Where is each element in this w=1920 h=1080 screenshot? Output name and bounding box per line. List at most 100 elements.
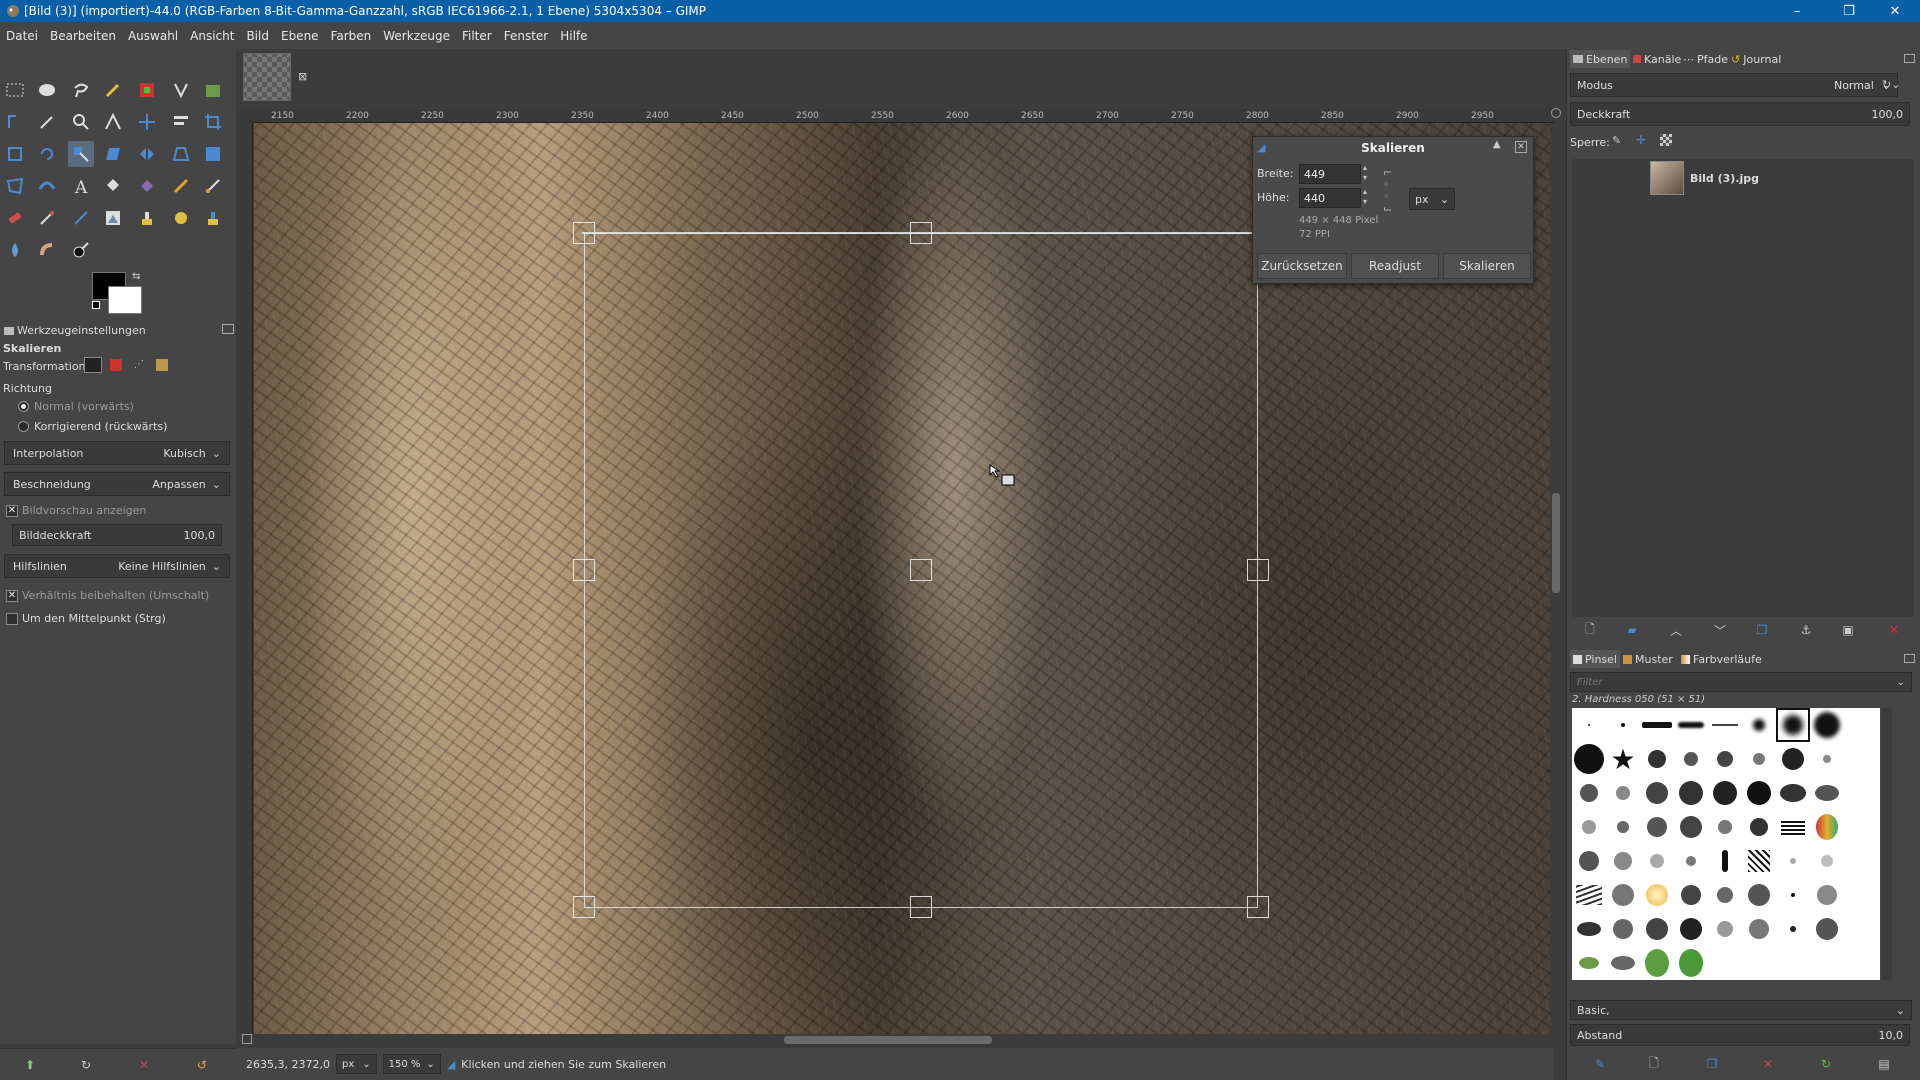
new-layer-group-icon[interactable]: ▰ [1622, 620, 1642, 640]
tab-gradients[interactable]: Farbverläufe [1678, 650, 1765, 668]
bucket-fill-icon[interactable] [100, 173, 126, 199]
horizontal-scrollbar[interactable] [254, 1034, 1550, 1046]
around-center-checkbox[interactable] [6, 613, 18, 625]
foreground-select-icon[interactable] [200, 77, 226, 103]
scale-handle-left[interactable] [573, 559, 595, 581]
lock-pixels-icon[interactable]: ✎ [1612, 134, 1621, 147]
menu-farben[interactable]: Farben [331, 29, 372, 43]
align-icon[interactable] [168, 109, 194, 135]
height-input[interactable]: 440 [1299, 188, 1361, 208]
mask-layer-icon[interactable]: ▣ [1838, 620, 1858, 640]
vertical-scrollbar[interactable] [1550, 123, 1562, 1034]
maximize-button[interactable]: ❐ [1826, 0, 1872, 22]
image-tab-thumbnail[interactable] [243, 53, 291, 101]
readjust-button[interactable]: Readjust [1351, 253, 1439, 279]
smudge-icon[interactable] [34, 237, 60, 263]
interpolation-combo[interactable]: Interpolation Kubisch ⌄ [4, 441, 230, 465]
menu-bearbeiten[interactable]: Bearbeiten [50, 29, 116, 43]
menu-bild[interactable]: Bild [246, 29, 269, 43]
tab-channels[interactable]: Kanäle [1630, 50, 1684, 68]
warp-icon[interactable] [34, 173, 60, 199]
color-select-icon[interactable] [134, 77, 160, 103]
new-brush-icon[interactable]: 🗋 [1644, 1054, 1664, 1074]
layer-row[interactable]: Bild (3).jpg [1572, 159, 1914, 197]
scale-handle-top[interactable] [910, 222, 932, 244]
direction-normal-radio[interactable] [18, 401, 29, 412]
mode-reset-icon[interactable]: ↻⌄ [1882, 78, 1900, 91]
tool-options-tab[interactable]: Werkzeugeinstellungen [4, 324, 146, 337]
opacity-slider[interactable]: Deckkraft 100,0 [1570, 102, 1910, 126]
zoom-icon[interactable] [68, 109, 94, 135]
reset-button[interactable]: Zurücksetzen [1257, 253, 1347, 279]
edit-brush-icon[interactable]: ✎ [1590, 1054, 1610, 1074]
menu-hilfe[interactable]: Hilfe [560, 29, 587, 43]
flip-icon[interactable] [134, 141, 160, 167]
width-stepper-icon[interactable]: ▴ ▾ [1363, 163, 1367, 183]
direction-corrective-radio[interactable] [18, 421, 29, 432]
guides-combo[interactable]: Hilfslinien Keine Hilfslinien ⌄ [4, 554, 230, 578]
delete-brush-icon[interactable]: ✕ [1758, 1054, 1778, 1074]
unit-combo[interactable]: px ⌄ [335, 1054, 377, 1074]
brush-grid[interactable]: ★ [1572, 708, 1880, 980]
keep-aspect-checkbox[interactable]: ✕ [6, 590, 18, 602]
background-color-swatch[interactable] [108, 286, 142, 314]
close-dialog-icon[interactable]: ✕ [1515, 141, 1527, 153]
fuzzy-select-icon[interactable] [100, 77, 126, 103]
brush-grid-scrollbar[interactable] [1882, 708, 1892, 980]
tab-patterns[interactable]: Muster [1620, 650, 1676, 668]
mypaint-brush-icon[interactable] [100, 205, 126, 231]
menu-werkzeuge[interactable]: Werkzeuge [383, 29, 450, 43]
raise-layer-icon[interactable]: ︿ [1666, 620, 1686, 640]
airbrush-icon[interactable] [34, 205, 60, 231]
tab-menu-icon[interactable] [222, 324, 234, 334]
vertical-scrollbar-thumb[interactable] [1552, 493, 1560, 593]
ink-icon[interactable] [68, 205, 94, 231]
height-stepper-icon[interactable]: ▴ ▾ [1363, 187, 1367, 207]
perspective-clone-icon[interactable] [200, 205, 226, 231]
tab-brushes[interactable]: Pinsel [1570, 650, 1620, 668]
lock-position-icon[interactable]: ✛ [1636, 133, 1646, 147]
duplicate-layer-icon[interactable]: ❐ [1752, 620, 1772, 640]
gradient-icon[interactable] [134, 173, 160, 199]
paths-icon[interactable] [2, 109, 28, 135]
transform-selection-icon[interactable] [110, 359, 122, 371]
transform-path-icon[interactable]: ⋰ [134, 359, 144, 370]
menu-ebene[interactable]: Ebene [281, 29, 319, 43]
anchor-layer-icon[interactable]: ⚓ [1796, 620, 1816, 640]
paintbrush-icon[interactable] [200, 173, 226, 199]
scale-handle-top-left[interactable] [573, 222, 595, 244]
save-options-icon[interactable]: ⬆ [20, 1055, 40, 1075]
swap-colors-icon[interactable]: ⇆ [132, 271, 140, 282]
close-image-tab-icon[interactable]: ⊠ [298, 70, 307, 83]
zoom-to-fit-icon[interactable] [1551, 108, 1561, 118]
collapse-dialog-icon[interactable]: ▲ [1493, 139, 1501, 150]
measure-icon[interactable] [100, 109, 126, 135]
zoom-combo[interactable]: 150 % ⌄ [382, 1054, 441, 1074]
pencil-icon[interactable] [168, 173, 194, 199]
move-icon[interactable] [134, 109, 160, 135]
duplicate-brush-icon[interactable]: ❐ [1702, 1054, 1722, 1074]
ruler-corner-icon[interactable] [239, 109, 253, 123]
tab-paths[interactable]: ⋯ Pfade [1680, 50, 1731, 68]
scale-handle-bottom[interactable] [910, 896, 932, 918]
rect-select-icon[interactable] [2, 77, 28, 103]
layer-name[interactable]: Bild (3).jpg [1690, 172, 1759, 185]
width-input[interactable]: 449 [1299, 164, 1361, 184]
clone-icon[interactable] [134, 205, 160, 231]
perspective-icon[interactable] [168, 141, 194, 167]
menu-ansicht[interactable]: Ansicht [190, 29, 234, 43]
3d-transform-icon[interactable] [200, 141, 226, 167]
shear-icon[interactable] [100, 141, 126, 167]
lower-layer-icon[interactable]: ﹀ [1710, 620, 1730, 640]
tab-layers[interactable]: Ebenen [1570, 50, 1631, 68]
minimize-button[interactable]: – [1774, 0, 1820, 22]
scale-handle-bottom-right[interactable] [1247, 896, 1269, 918]
ellipse-select-icon[interactable] [34, 77, 60, 103]
restore-options-icon[interactable]: ↻ [76, 1055, 96, 1075]
unified-transform-icon[interactable] [2, 141, 28, 167]
tab-menu-icon[interactable] [1904, 654, 1915, 663]
dodge-burn-icon[interactable] [68, 237, 94, 263]
brush-preset-combo[interactable]: Basic, ⌄ [1570, 1000, 1912, 1020]
refresh-brushes-icon[interactable]: ↻ [1816, 1054, 1836, 1074]
scissors-select-icon[interactable] [168, 77, 194, 103]
